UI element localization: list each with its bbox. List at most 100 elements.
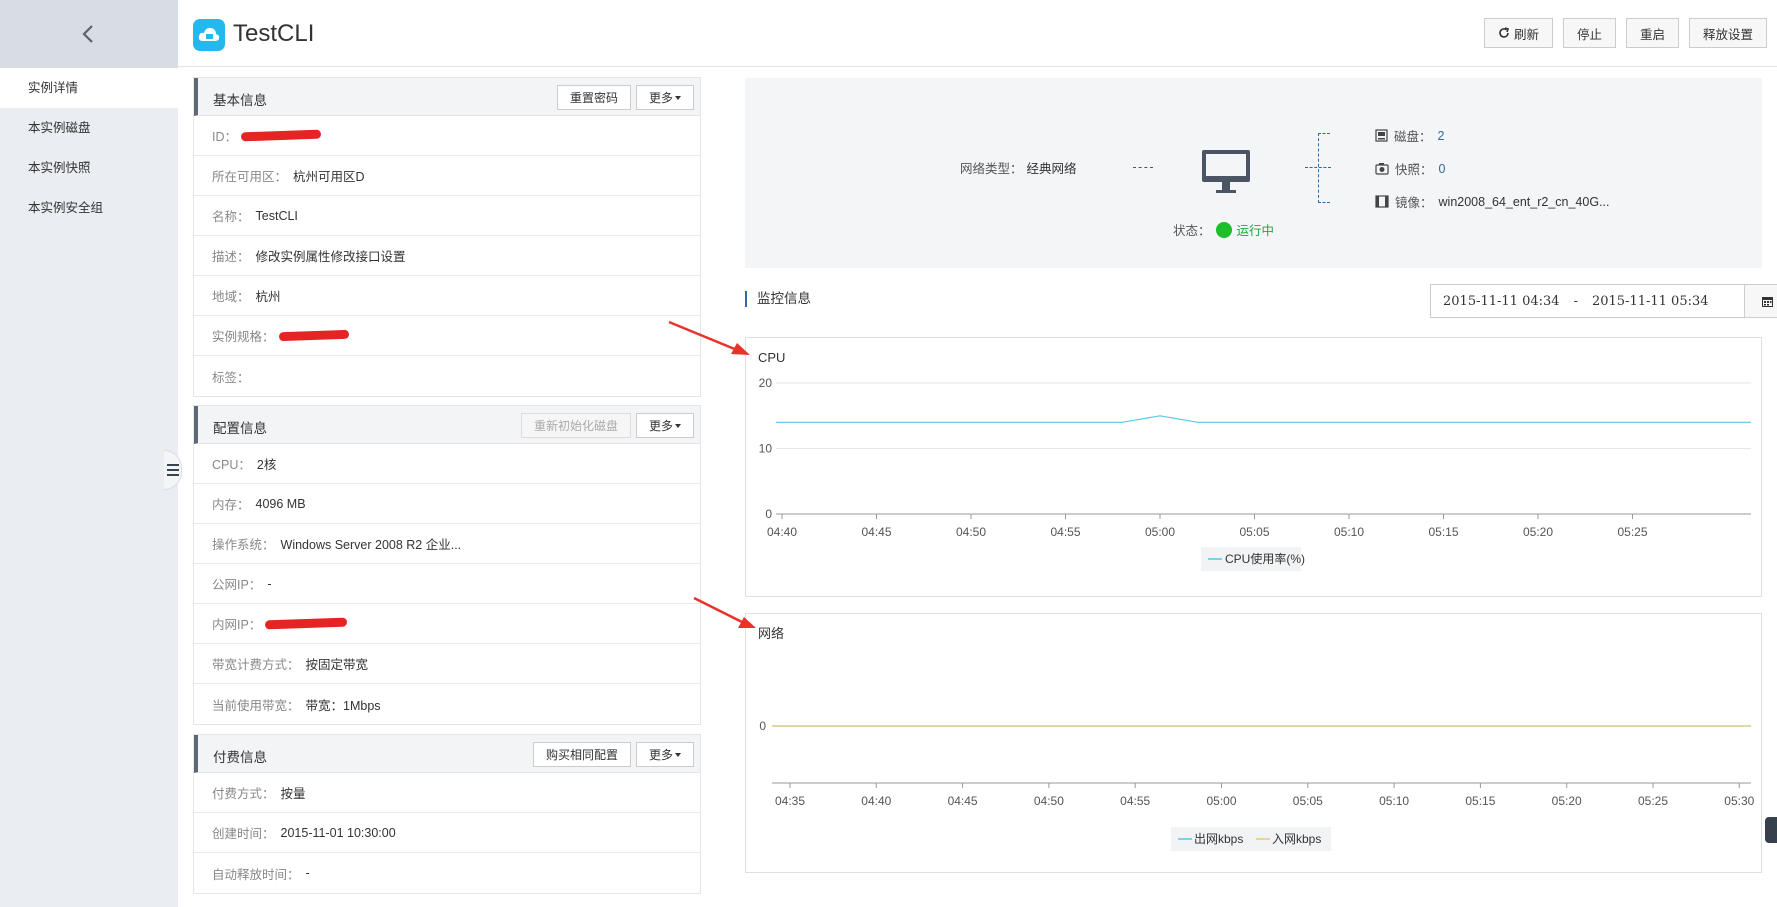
field-label: 实例规格： [212,330,275,344]
monitor-section-title: 监控信息 [745,291,811,307]
reset-password-button[interactable]: 重置密码 [556,85,631,110]
field-label: 地域： [212,290,250,304]
field-value: Windows Server 2008 R2 企业... [280,538,462,552]
x-tick-label: 05:20 [1523,525,1553,539]
caret-down-icon [675,752,681,757]
network-chart-svg: 网络 0 04:35 04:40 04:45 04:50 04:55 05:00 05:05 05… [758,626,1755,851]
x-tick-label: 05:00 [1145,525,1175,539]
x-tick-label: 05:15 [1465,794,1495,808]
list-icon [166,464,179,476]
field-value: 带宽：1Mbps [305,698,381,713]
more-button[interactable]: 更多 [635,413,694,438]
field-value: 经典网络 [1026,162,1077,176]
field-value: - [267,576,272,591]
snapshot-count-link[interactable]: 0 [1439,162,1446,176]
field-label: 描述： [212,250,250,264]
disk-icon [1375,129,1388,142]
caret-down-icon [675,95,681,100]
sidebar-item-snapshots[interactable]: 本实例快照 [0,148,178,188]
info-row-memory: 内存： 4096 MB [194,484,700,524]
chevron-left-icon [82,25,93,43]
field-label: 快照： [1395,163,1433,177]
calendar-button[interactable] [1745,284,1777,318]
cpu-chart: CPU 0 10 20 04:40 04:45 04:50 04:55 05:00 05:05 05… [745,337,1762,597]
caret-down-icon [675,423,681,428]
x-tick-label: 04:40 [861,794,891,808]
info-row-billing-method: 付费方式： 按量 [194,773,700,813]
config-info-panel: 配置信息 重新初始化磁盘 更多 CPU： 2核 内存： 4096 MB 操作系统： W… [193,405,701,725]
disk-count-link[interactable]: 2 [1438,129,1445,143]
info-row-auto-release: 自动释放时间： - [194,853,700,893]
x-tick-label: 05:00 [1206,794,1236,808]
chart-title: CPU [758,350,785,365]
field-label: 创建时间： [212,827,275,841]
page-header: TestCLI 刷新 停止 重启 释放设置 [178,0,1777,67]
info-row-name: 名称： TestCLI [194,196,700,236]
field-label: 自动释放时间： [212,867,300,882]
legend-label: 入网kbps [1272,832,1321,846]
refresh-button[interactable]: 刷新 [1483,18,1553,48]
info-row-private-ip: 内网IP： [194,604,700,644]
sidebar-item-security-groups[interactable]: 本实例安全组 [0,188,178,228]
more-label: 更多 [648,419,673,433]
redacted-value [240,129,322,142]
x-tick-label: 05:30 [1724,794,1754,808]
field-value: - [305,866,310,880]
topo-snapshots: 快照： 0 [1375,159,1445,178]
sidebar-item-instance-details[interactable]: 实例详情 [0,68,178,108]
info-row-cpu: CPU： 2核 [194,444,700,484]
x-tick-label: 05:10 [1379,794,1409,808]
field-label: 名称： [212,210,250,224]
x-tick-label: 05:05 [1293,794,1323,808]
monitor-icon [1202,150,1250,193]
x-tick-label: 04:50 [956,525,986,539]
field-label: 状态： [1173,224,1211,238]
panel-title: 基本信息 [213,93,267,108]
camera-icon [1375,163,1389,175]
x-tick-label: 04:40 [767,525,797,539]
buy-same-config-button[interactable]: 购买相同配置 [532,742,631,767]
release-settings-button[interactable]: 释放设置 [1688,18,1767,48]
refresh-icon [1499,27,1509,38]
sidebar-toggle[interactable] [164,450,182,490]
stop-label: 停止 [1576,27,1602,42]
page-title: TestCLI [233,20,315,47]
info-row-tags: 标签： [194,356,700,396]
connector-bracket [1318,133,1330,203]
stop-button[interactable]: 停止 [1562,18,1616,48]
sidebar: 实例详情 本实例磁盘 本实例快照 本实例安全组 [0,0,178,907]
legend-label: CPU使用率(%) [1225,551,1305,566]
field-value: 杭州 [255,290,281,304]
more-button[interactable]: 更多 [635,85,694,110]
sidebar-item-disks[interactable]: 本实例磁盘 [0,108,178,148]
feedback-tab[interactable] [1765,817,1777,843]
x-tick-label: 04:55 [1120,794,1150,808]
status-indicator-icon [1215,221,1232,238]
more-label: 更多 [648,748,673,762]
field-label: 付费方式： [212,787,275,801]
x-tick-label: 05:20 [1552,794,1582,808]
x-tick-label: 04:45 [861,525,891,539]
field-value: 4096 MB [255,496,306,511]
back-button[interactable] [0,0,178,68]
more-button[interactable]: 更多 [635,742,694,767]
field-value: 2015-11-01 10:30:00 [280,825,396,840]
reinit-disk-button[interactable]: 重新初始化磁盘 [520,413,631,438]
date-range-picker[interactable]: 2015-11-11 04:34 - 2015-11-11 05:34 [1430,284,1745,318]
field-label: ID： [212,130,238,144]
info-row-public-ip: 公网IP： - [194,564,700,604]
release-settings-label: 释放设置 [1702,27,1753,42]
restart-button[interactable]: 重启 [1625,18,1679,48]
annotation-arrow [693,596,756,628]
panel-title: 付费信息 [213,750,267,765]
instance-logo-icon [193,19,225,51]
y-tick-label: 10 [759,442,773,456]
chart-title: 网络 [758,626,784,641]
status-badge: 运行中 [1236,224,1275,238]
date-end: 2015-11-11 05:34 [1591,293,1709,309]
instance-topology: 网络类型： 经典网络 磁盘： 2 快照： 0 镜像： win2008_64_ent_r2… [745,78,1762,268]
instance-status: 状态： 运行中 [1173,220,1274,239]
restart-label: 重启 [1639,27,1665,42]
x-tick-label: 04:35 [775,794,805,808]
cpu-chart-svg: CPU 0 10 20 04:40 04:45 04:50 04:55 05:00 05:05 05… [758,350,1751,571]
